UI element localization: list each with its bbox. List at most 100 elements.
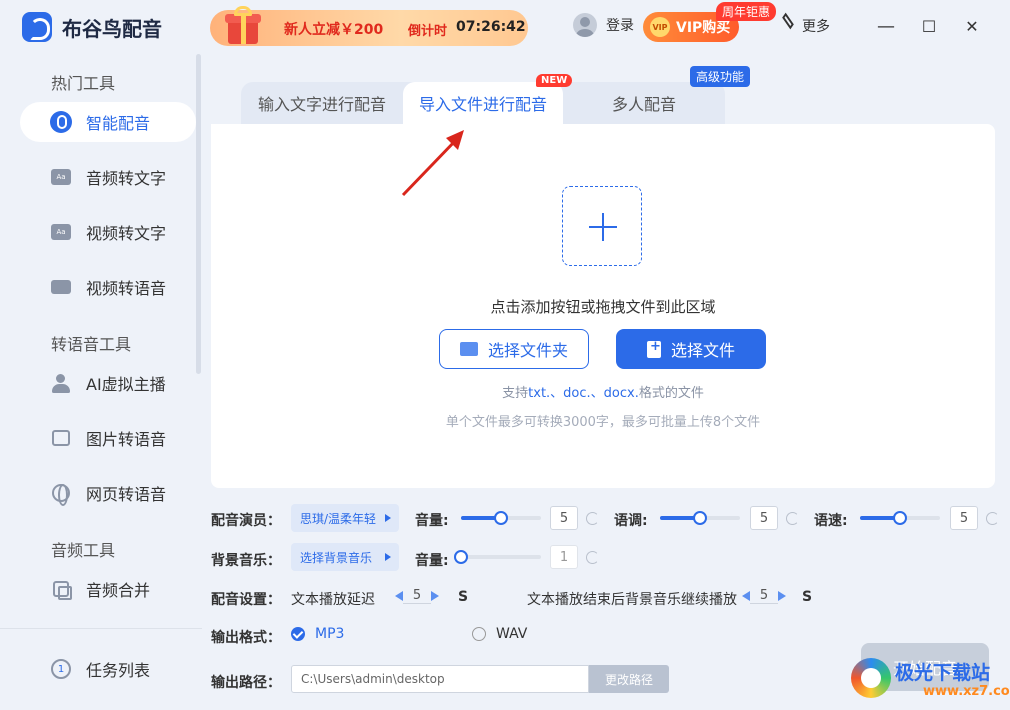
volume-slider[interactable] xyxy=(461,511,541,525)
annotation-arrow-icon xyxy=(401,130,464,197)
decrease-icon[interactable] xyxy=(742,591,750,601)
mode-tabs: 输入文字进行配音 导入文件进行配音 多人配音 xyxy=(241,82,725,124)
more-menu-button[interactable]: 更多 xyxy=(780,12,830,36)
login-button[interactable]: 登录 xyxy=(573,13,634,37)
change-path-button[interactable]: 更改路径 xyxy=(589,665,669,693)
task-list-label: 任务列表 xyxy=(86,661,151,680)
sidebar-item-label: 智能配音 xyxy=(86,114,151,133)
user-avatar-icon xyxy=(573,13,597,37)
bgm-continue-value[interactable]: 5 xyxy=(750,588,778,604)
bgm-continue-unit: S xyxy=(802,589,813,605)
pitch-label: 语调: xyxy=(614,513,648,529)
radio-empty-icon xyxy=(472,627,486,641)
sidebar-item-image-to-voice[interactable]: 图片转语音 xyxy=(20,418,196,458)
caret-right-icon xyxy=(385,514,391,522)
close-button[interactable]: ✕ xyxy=(960,14,984,38)
voice-actor-select[interactable]: 思琪/温柔年轻 xyxy=(291,504,399,532)
maximize-button[interactable]: ☐ xyxy=(917,14,941,38)
minimize-button[interactable]: — xyxy=(874,14,898,38)
tab-multi-dub[interactable]: 多人配音 xyxy=(563,82,725,124)
sidebar-scrollbar[interactable] xyxy=(196,54,201,374)
sidebar-item-label: 图片转语音 xyxy=(86,430,167,449)
sidebar-item-label: 视频转文字 xyxy=(86,224,167,243)
app-title: 布谷鸟配音 xyxy=(62,16,162,41)
sidebar-item-video-to-voice[interactable]: 视频转语音 xyxy=(20,267,196,307)
pitch-knob[interactable] xyxy=(693,511,707,525)
section-hot-tools: 热门工具 xyxy=(51,74,116,93)
more-label: 更多 xyxy=(802,19,830,35)
bgm-select[interactable]: 选择背景音乐 xyxy=(291,543,399,571)
app-logo: 布谷鸟配音 xyxy=(22,12,162,42)
supported-formats: 支持txt.、doc.、docx.格式的文件 xyxy=(502,386,704,401)
login-label: 登录 xyxy=(606,18,634,34)
watermark: 极光下载站 www.xz7.com xyxy=(851,652,1010,706)
layers-icon xyxy=(780,12,796,34)
increase-icon[interactable] xyxy=(431,591,439,601)
vip-crown-icon: VIP xyxy=(650,17,670,37)
select-folder-label: 选择文件夹 xyxy=(487,341,568,360)
sidebar-item-audio-merge[interactable]: 音频合并 xyxy=(20,569,196,609)
sidebar-item-ai-anchor[interactable]: AI虚拟主播 xyxy=(20,363,196,403)
sidebar-item-web-to-voice[interactable]: 网页转语音 xyxy=(20,473,196,513)
voice-actor-value: 思琪/温柔年轻 xyxy=(300,511,377,526)
delay-value[interactable]: 5 xyxy=(403,588,431,604)
speed-slider[interactable] xyxy=(860,511,940,525)
volume-reset-icon[interactable] xyxy=(586,512,599,525)
audio-text-icon: Aa xyxy=(50,166,72,188)
speed-value[interactable]: 5 xyxy=(950,506,978,530)
sidebar-item-label: 音频转文字 xyxy=(86,169,167,188)
image-voice-icon xyxy=(50,427,72,449)
bgm-volume-value[interactable]: 1 xyxy=(550,545,578,569)
output-format-label: 输出格式： xyxy=(211,630,281,646)
delay-stepper[interactable]: 5 xyxy=(395,584,439,608)
format-wav-label: WAV xyxy=(496,626,528,642)
sidebar-item-audio-to-text[interactable]: Aa 音频转文字 xyxy=(20,157,196,197)
decrease-icon[interactable] xyxy=(395,591,403,601)
audio-merge-icon xyxy=(50,578,72,600)
sidebar: 热门工具 智能配音 Aa 音频转文字 Aa 视频转文字 视频转语音 转语音工具 … xyxy=(0,54,202,710)
bgm-volume-reset-icon[interactable] xyxy=(586,551,599,564)
format-mp3-radio[interactable]: MP3 xyxy=(291,626,344,642)
increase-icon[interactable] xyxy=(778,591,786,601)
volume-value[interactable]: 5 xyxy=(550,506,578,530)
select-file-label: 选择文件 xyxy=(670,341,735,360)
voice-actor-label: 配音演员： xyxy=(211,513,281,529)
format-wav-radio[interactable]: WAV xyxy=(472,626,527,642)
tab-file-dub[interactable]: 导入文件进行配音 xyxy=(403,82,563,124)
new-badge: NEW xyxy=(536,74,573,87)
bgm-continue-label: 文本播放结束后背景音乐继续播放 xyxy=(527,592,737,608)
anniversary-badge: 周年钜惠 xyxy=(716,2,777,21)
bgm-continue-stepper[interactable]: 5 xyxy=(742,584,786,608)
pitch-value[interactable]: 5 xyxy=(750,506,778,530)
bgm-volume-knob[interactable] xyxy=(454,550,468,564)
sidebar-item-video-to-text[interactable]: Aa 视频转文字 xyxy=(20,212,196,252)
pitch-slider[interactable] xyxy=(660,511,740,525)
bird-logo-icon xyxy=(22,12,52,42)
volume-label: 音量: xyxy=(415,513,449,529)
sidebar-item-label: 网页转语音 xyxy=(86,485,167,504)
bgm-volume-slider[interactable] xyxy=(454,550,541,564)
video-text-icon: Aa xyxy=(50,221,72,243)
advanced-badge: 高级功能 xyxy=(690,66,751,87)
add-file-plus-icon[interactable] xyxy=(562,186,642,266)
pitch-reset-icon[interactable] xyxy=(786,512,799,525)
smart-dub-icon xyxy=(50,111,72,133)
speed-label: 语速: xyxy=(814,513,848,529)
speed-reset-icon[interactable] xyxy=(986,512,999,525)
upload-panel[interactable]: 点击添加按钮或拖拽文件到此区域 选择文件夹 选择文件 支持txt.、doc.、d… xyxy=(211,124,995,488)
speed-knob[interactable] xyxy=(893,511,907,525)
tab-text-dub[interactable]: 输入文字进行配音 xyxy=(241,82,403,124)
sidebar-item-smart-dub[interactable]: 智能配音 xyxy=(20,102,196,142)
bgm-value: 选择背景音乐 xyxy=(300,550,373,565)
ai-anchor-icon xyxy=(50,372,72,394)
delay-label: 文本播放延迟 xyxy=(291,592,375,608)
select-file-button[interactable]: 选择文件 xyxy=(616,329,766,369)
section-voice-tools: 转语音工具 xyxy=(51,335,132,354)
watermark-url: www.xz7.com xyxy=(923,684,1010,699)
countdown-timer: 07:26:42 xyxy=(456,19,526,35)
select-folder-button[interactable]: 选择文件夹 xyxy=(439,329,589,369)
promo-banner[interactable]: 新人立减￥200 倒计时 07:26:42 xyxy=(210,6,528,46)
volume-knob[interactable] xyxy=(494,511,508,525)
output-path-field[interactable]: C:\Users\admin\desktop xyxy=(291,665,589,693)
task-list-button[interactable]: 1 任务列表 xyxy=(20,649,196,689)
